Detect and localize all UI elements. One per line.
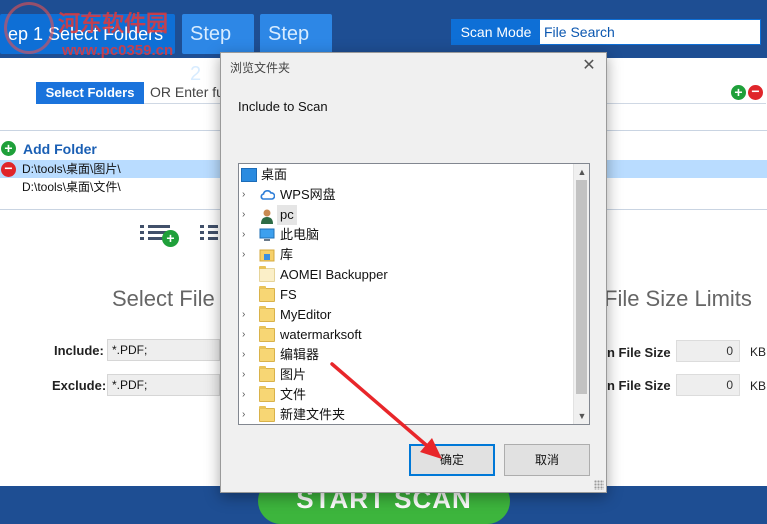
- annotation-arrow-icon: [330, 362, 442, 459]
